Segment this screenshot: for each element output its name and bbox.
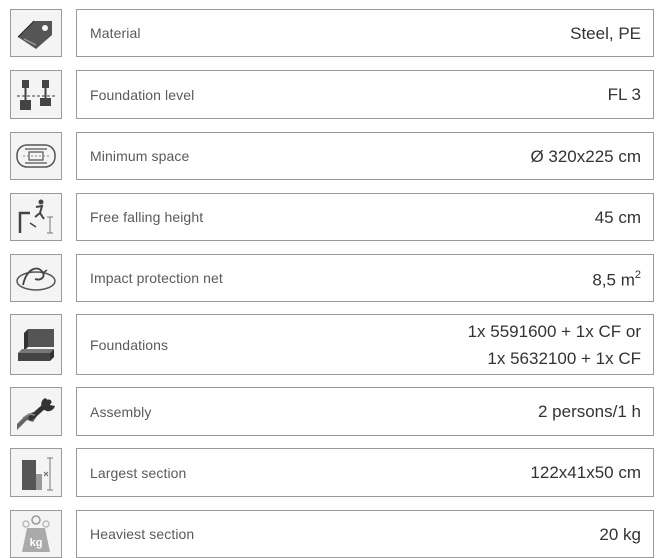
spec-row-impact-protection-net: Impact protection net 8,5 m2 (0, 254, 660, 302)
foundation-level-icon (10, 70, 62, 119)
spec-row-heaviest-section: kg Heaviest section 20 kg (0, 510, 660, 558)
spec-label: Foundation level (90, 86, 195, 103)
spec-row-largest-section: Largest section 122x41x50 cm (0, 448, 660, 497)
spec-field-foundations: Foundations 1x 5591600 + 1x CF or 1x 563… (76, 314, 654, 375)
spec-value: 8,5 m2 (592, 263, 641, 294)
spec-field-assembly: Assembly 2 persons/1 h (76, 387, 654, 436)
spec-field-free-falling-height: Free falling height 45 cm (76, 193, 654, 241)
weight-kg-icon: kg (10, 510, 62, 558)
spec-row-foundations: Foundations 1x 5591600 + 1x CF or 1x 563… (0, 314, 660, 375)
spec-value: Ø 320x225 cm (530, 146, 641, 166)
spec-value: 20 kg (599, 524, 641, 544)
price-tag-icon (10, 9, 62, 57)
spec-value-line-1: 1x 5591600 + 1x CF or (467, 321, 641, 341)
spec-label: Free falling height (90, 209, 204, 225)
spec-label: Foundations (90, 336, 169, 353)
spec-row-free-falling-height: Free falling height 45 cm (0, 193, 660, 241)
spec-field-foundation-level: Foundation level FL 3 (76, 70, 654, 119)
spec-value-superscript: 2 (634, 268, 641, 281)
spec-value: 45 cm (594, 207, 641, 227)
spec-label: Heaviest section (90, 526, 195, 542)
spec-label: Assembly (90, 403, 152, 420)
spec-value: Steel, PE (570, 23, 641, 43)
spec-value: 122x41x50 cm (530, 463, 641, 482)
largest-section-icon (10, 448, 62, 497)
spec-label: Minimum space (90, 148, 190, 164)
spec-row-minimum-space: Minimum space Ø 320x225 cm (0, 132, 660, 180)
foundations-icon (10, 314, 62, 375)
spec-value: FL 3 (607, 85, 641, 104)
spec-row-assembly: Assembly 2 persons/1 h (0, 387, 660, 436)
minimum-space-icon (10, 132, 62, 180)
spec-label: Impact protection net (90, 270, 223, 286)
falling-height-icon (10, 193, 62, 241)
spec-field-material: Material Steel, PE (76, 9, 654, 57)
spec-value-main: 8,5 m (592, 270, 635, 290)
weight-icon-text: kg (30, 537, 43, 549)
spec-label: Material (90, 25, 141, 41)
wrench-hand-icon (10, 387, 62, 436)
spec-row-material: Material Steel, PE (0, 9, 660, 57)
spec-value: 2 persons/1 h (537, 402, 641, 421)
impact-net-icon (10, 254, 62, 302)
spec-field-largest-section: Largest section 122x41x50 cm (76, 448, 654, 497)
spec-field-minimum-space: Minimum space Ø 320x225 cm (76, 132, 654, 180)
spec-value: 1x 5591600 + 1x CF or 1x 5632100 + 1x CF (468, 318, 641, 372)
spec-row-foundation-level: Foundation level FL 3 (0, 70, 660, 119)
spec-label: Largest section (90, 464, 187, 481)
spec-value-line-2: 1x 5632100 + 1x CF (487, 348, 641, 368)
spec-field-impact-protection-net: Impact protection net 8,5 m2 (76, 254, 654, 302)
spec-field-heaviest-section: Heaviest section 20 kg (76, 510, 654, 558)
